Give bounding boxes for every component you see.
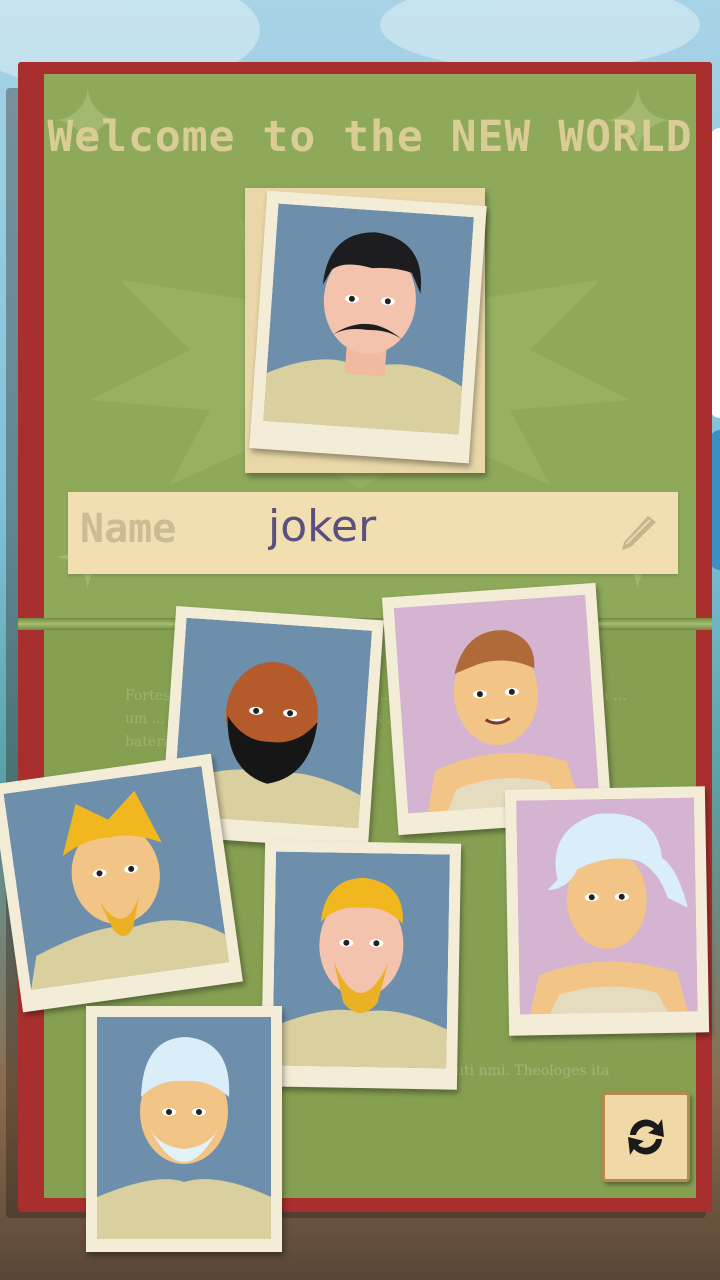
- selected-portrait: [249, 190, 487, 464]
- portrait-white-bearded-elder: [97, 1017, 271, 1239]
- portrait-card-white-bearded-elder[interactable]: [86, 1006, 282, 1252]
- portrait-card-blonde-wild-hair-man[interactable]: [0, 753, 243, 1013]
- randomize-button[interactable]: [602, 1092, 690, 1182]
- portrait-blonde-bearded-man: [272, 851, 450, 1069]
- portrait-blonde-wild-hair-man: [3, 766, 230, 991]
- lore-footer: uti nmi. Theologes ita: [455, 1063, 610, 1079]
- portrait-card-blonde-bearded-man[interactable]: [260, 840, 462, 1090]
- portrait-red-haired-woman: [393, 594, 600, 814]
- portrait-white-haired-woman: [516, 797, 698, 1015]
- cloud: [380, 0, 700, 70]
- pen-icon[interactable]: [614, 508, 662, 556]
- refresh-icon: [628, 1119, 664, 1155]
- portrait-mustache-man: [263, 203, 474, 435]
- name-bar: Name: [68, 492, 678, 574]
- page-title: Welcome to the NEW WORLD: [47, 112, 693, 162]
- name-label: Name: [80, 506, 177, 552]
- portrait-card-white-haired-woman[interactable]: [504, 786, 710, 1036]
- name-input[interactable]: [266, 500, 630, 553]
